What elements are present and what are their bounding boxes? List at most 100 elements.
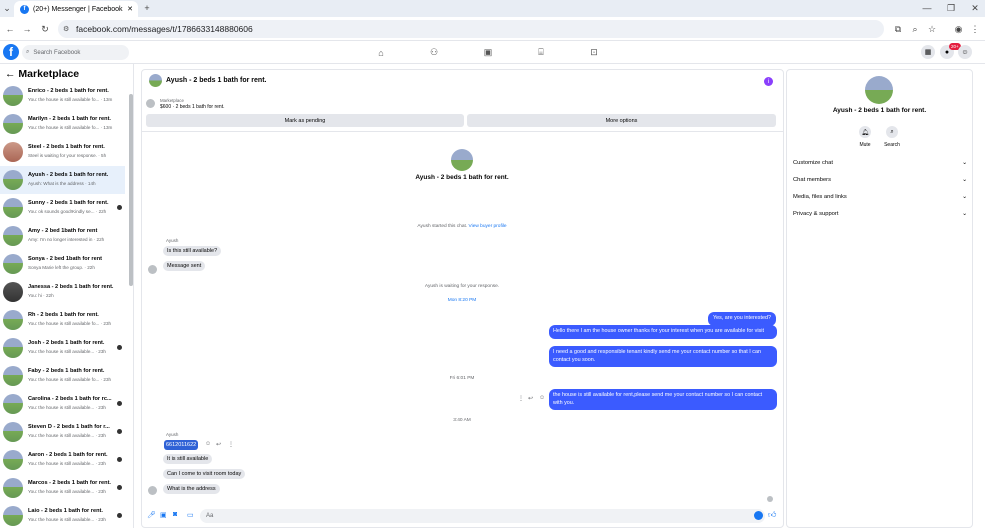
- reload-icon[interactable]: ↻: [40, 23, 50, 35]
- window-close-icon[interactable]: ✕: [970, 2, 980, 14]
- chat-members-option[interactable]: Chat members ⌄: [793, 177, 967, 183]
- sender-avatar[interactable]: [148, 265, 157, 274]
- marketplace-nav-icon[interactable]: ⌸: [534, 46, 548, 59]
- friends-nav-icon[interactable]: ⚇: [427, 46, 441, 59]
- bookmark-star-icon[interactable]: ☆: [927, 23, 937, 35]
- chat-list-item[interactable]: Amy - 2 bed 1bath for rent Amy: I'm no lo…: [0, 222, 125, 250]
- chat-list-item[interactable]: Sunny - 2 beds 1 bath for rent. You: ok s…: [0, 194, 125, 222]
- marketplace-title: ← Marketplace: [5, 68, 79, 80]
- profile-icon[interactable]: ◉: [953, 23, 964, 35]
- new-tab-button[interactable]: +: [142, 2, 152, 14]
- outgoing-message[interactable]: I need a good and responsible tenant kin…: [549, 346, 777, 368]
- incoming-message[interactable]: Is this still available?: [163, 246, 222, 256]
- chat-title: Faby - 2 beds 1 bath for rent.: [28, 368, 105, 374]
- listing-info[interactable]: $600 · 2 beds 1 bath for rent.: [160, 104, 225, 110]
- chat-list-item[interactable]: Aaron - 2 beds 1 bath for rent. You: the …: [0, 446, 125, 474]
- search-conversation-icon[interactable]: ⌕: [886, 126, 898, 138]
- reply-icon[interactable]: ↩: [216, 441, 221, 448]
- chat-avatar: [3, 282, 23, 302]
- emoji-icon[interactable]: [754, 511, 763, 520]
- privacy-support-option[interactable]: Privacy & support ⌄: [793, 211, 967, 217]
- chat-title: Rh - 2 beds 1 bath for rent.: [28, 312, 99, 318]
- chat-title: Laio - 2 beds 1 bath for rent.: [28, 508, 103, 514]
- image-icon[interactable]: ▣: [160, 511, 167, 519]
- chat-list-item[interactable]: Josh - 2 beds 1 bath for rent. You: the h…: [0, 334, 125, 362]
- timestamp: 3:40 AM: [453, 418, 471, 423]
- chat-snippet: You: the house is still available fo... …: [28, 321, 112, 326]
- site-info-icon[interactable]: ⚙: [63, 25, 69, 33]
- gaming-nav-icon[interactable]: ⊡: [587, 46, 601, 59]
- marketplace-label: Marketplace: [160, 98, 184, 103]
- info-icon[interactable]: i: [764, 77, 773, 86]
- watch-nav-icon[interactable]: ▣: [481, 46, 495, 59]
- media-files-links-option[interactable]: Media, files and links ⌄: [793, 194, 967, 200]
- chat-avatar: [3, 422, 23, 442]
- chat-list-item[interactable]: Marilyn - 2 beds 1 bath for rent. You: th…: [0, 110, 125, 138]
- outgoing-message[interactable]: Hello there I am the house owner thanks …: [549, 325, 777, 339]
- message-input[interactable]: Aa: [200, 509, 765, 523]
- restore-icon[interactable]: ❐: [946, 2, 956, 14]
- chat-list-item[interactable]: Enrico - 2 beds 1 bath for rent. You: the…: [0, 82, 125, 110]
- reply-icon[interactable]: ↩: [528, 395, 533, 402]
- react-icon[interactable]: ☺: [539, 395, 545, 401]
- menu-grid-icon[interactable]: ▦: [921, 45, 935, 59]
- conversation-avatar[interactable]: [149, 74, 162, 87]
- close-tab-icon[interactable]: ✕: [127, 5, 133, 13]
- tab-list-icon[interactable]: ⌄: [3, 3, 11, 13]
- forward-icon[interactable]: →: [22, 23, 32, 35]
- message-more-icon[interactable]: ⋮: [518, 395, 524, 402]
- chat-list-item[interactable]: Steel - 2 beds 1 bath for rent. Steel is …: [0, 138, 125, 166]
- chat-list-scrollbar[interactable]: [129, 94, 133, 286]
- account-avatar[interactable]: ☺: [958, 45, 972, 59]
- facebook-search-input[interactable]: ⌕ Search Facebook: [22, 45, 129, 60]
- chat-list-item[interactable]: Ayush - 2 beds 1 bath for rent. Ayush: Wh…: [0, 166, 125, 194]
- incoming-message[interactable]: It is still available: [163, 454, 213, 464]
- customize-chat-option[interactable]: Customize chat ⌄: [793, 160, 967, 166]
- details-avatar: [865, 76, 893, 104]
- chat-list-item[interactable]: Rh - 2 beds 1 bath for rent. You: the hou…: [0, 306, 125, 334]
- conversation-title[interactable]: Ayush - 2 beds 1 bath for rent.: [166, 77, 266, 84]
- incoming-message-selected[interactable]: 6612011622: [164, 440, 199, 450]
- chat-list-item[interactable]: Sonya - 2 bed 1bath for rent Sonya Marie …: [0, 250, 125, 278]
- incoming-message[interactable]: What is the address: [163, 484, 220, 494]
- chat-snippet: You: the house is still available... · 2…: [28, 517, 106, 522]
- chat-list-item[interactable]: Janessa - 2 beds 1 bath for rent. You: hi…: [0, 278, 125, 306]
- back-icon[interactable]: ←: [5, 23, 15, 35]
- tab-title: (20+) Messenger | Facebook: [33, 5, 123, 13]
- outgoing-message[interactable]: Yes, are you interested?: [708, 312, 776, 326]
- incoming-message[interactable]: Can I come to visit room today: [163, 469, 246, 479]
- microphone-icon[interactable]: 🎤︎: [147, 511, 156, 519]
- mute-bell-icon[interactable]: 🔔︎: [859, 126, 871, 138]
- facebook-favicon-icon: f: [20, 4, 29, 14]
- sticker-icon[interactable]: ◙: [173, 511, 177, 518]
- center-avatar: [451, 149, 473, 171]
- zoom-icon[interactable]: ⌕: [910, 23, 920, 35]
- home-nav-icon[interactable]: ⌂: [374, 46, 388, 59]
- more-options-button[interactable]: More options: [467, 114, 776, 127]
- chat-list-item[interactable]: Faby - 2 beds 1 bath for rent. You: the h…: [0, 362, 125, 390]
- view-buyer-profile-link[interactable]: View buyer profile: [469, 224, 507, 229]
- incoming-message[interactable]: Message sent: [163, 261, 206, 271]
- mark-as-pending-button[interactable]: Mark as pending: [146, 114, 464, 127]
- message-more-icon[interactable]: ⋮: [228, 441, 234, 448]
- gif-icon[interactable]: ▭: [187, 511, 194, 519]
- listing-thumbnail[interactable]: [146, 99, 155, 108]
- chat-started-note: Ayush started this chat. View buyer prof…: [380, 224, 544, 229]
- address-bar[interactable]: ⚙ facebook.com/messages/t/17866331488806…: [58, 20, 884, 38]
- chat-list-item[interactable]: Marcos - 2 beds 1 bath for rent. You: the…: [0, 474, 125, 502]
- chat-avatar: [3, 226, 23, 246]
- install-app-icon[interactable]: ⧉: [893, 23, 903, 35]
- facebook-logo-icon[interactable]: f: [3, 44, 19, 60]
- divider: [142, 131, 783, 132]
- back-arrow-icon[interactable]: ←: [5, 68, 16, 80]
- browser-menu-icon[interactable]: ⋮: [971, 23, 980, 35]
- chat-list-item[interactable]: Carolina - 2 beds 1 bath for rc... You: t…: [0, 390, 125, 418]
- like-icon[interactable]: 👍︎: [768, 510, 776, 520]
- outgoing-message[interactable]: the house is still available for rent,pl…: [549, 389, 777, 411]
- browser-tab[interactable]: f (20+) Messenger | Facebook ✕: [14, 1, 138, 17]
- sender-avatar[interactable]: [148, 486, 157, 495]
- minimize-icon[interactable]: —: [922, 2, 932, 14]
- chat-list-item[interactable]: Steven D - 2 beds 1 bath for r... You: th…: [0, 418, 125, 446]
- chat-list-item[interactable]: Laio - 2 beds 1 bath for rent. You: the h…: [0, 502, 125, 530]
- react-icon[interactable]: ☺: [205, 441, 211, 447]
